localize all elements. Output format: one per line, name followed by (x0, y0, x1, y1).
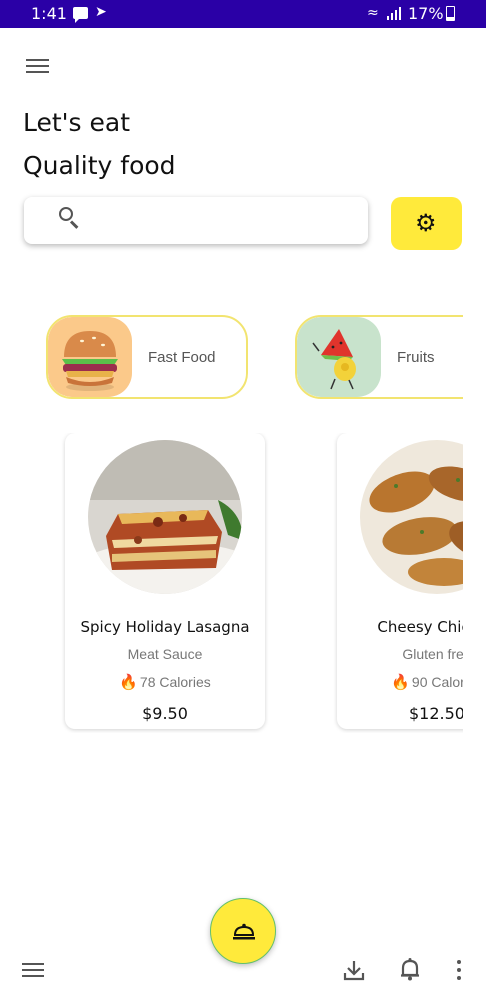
product-subtitle: Gluten free (402, 646, 463, 662)
battery-icon (446, 6, 455, 21)
greeting-text: Let's eat (23, 108, 131, 137)
product-calories: 🔥90 Calories (337, 673, 463, 691)
fruit-character-icon (297, 317, 381, 397)
more-options-icon[interactable] (455, 960, 463, 980)
category-list: Fast Food Fruits (0, 315, 463, 399)
calories-text: 90 Calories (411, 674, 463, 690)
headline-text: Quality food (23, 151, 176, 180)
status-time: 1:41 (31, 4, 67, 23)
message-icon (73, 7, 88, 23)
status-bar: 1:41 ➤ ≈ 17% (0, 0, 486, 28)
search-input[interactable] (94, 205, 354, 235)
signal-icon (387, 6, 401, 20)
download-icon[interactable] (342, 958, 366, 982)
product-price: $12.50 (409, 704, 463, 723)
product-name: Spicy Holiday Lasagna (80, 618, 250, 636)
fire-icon: 🔥 (119, 674, 138, 691)
wifi-icon: ≈ (367, 5, 379, 21)
fire-icon: 🔥 (391, 674, 410, 691)
bottom-menu-icon[interactable] (22, 962, 44, 978)
battery-level: 17% (408, 4, 444, 23)
product-name: Cheesy Chicken (377, 618, 463, 636)
product-calories: 🔥 78 Calories (65, 673, 265, 691)
product-price: $9.50 (142, 704, 188, 723)
bell-icon[interactable] (399, 957, 421, 981)
category-label: Fast Food (148, 349, 216, 366)
menu-icon[interactable] (26, 58, 49, 75)
product-list: Spicy Holiday Lasagna Meat Sauce 🔥 78 Cal… (0, 433, 463, 733)
calories-text: 78 Calories (139, 674, 211, 690)
product-subtitle: Meat Sauce (127, 646, 203, 662)
burger-icon (48, 317, 132, 397)
product-card[interactable]: Spicy Holiday Lasagna Meat Sauce 🔥 78 Cal… (65, 433, 265, 729)
search-box[interactable] (24, 197, 368, 244)
cloche-icon (233, 923, 255, 940)
gear-icon: ⚙ (415, 210, 437, 237)
category-label: Fruits (397, 349, 435, 366)
telegram-icon: ➤ (95, 4, 107, 20)
category-fruits[interactable]: Fruits (295, 315, 463, 399)
product-card[interactable]: Cheesy Chicken Gluten free 🔥90 Calories … (337, 433, 463, 729)
cart-fab-button[interactable] (210, 898, 276, 964)
search-icon (59, 207, 79, 229)
filter-settings-button[interactable]: ⚙ (391, 197, 462, 250)
lasagna-image (88, 440, 242, 594)
chicken-image (360, 440, 463, 594)
category-fast-food[interactable]: Fast Food (46, 315, 248, 399)
